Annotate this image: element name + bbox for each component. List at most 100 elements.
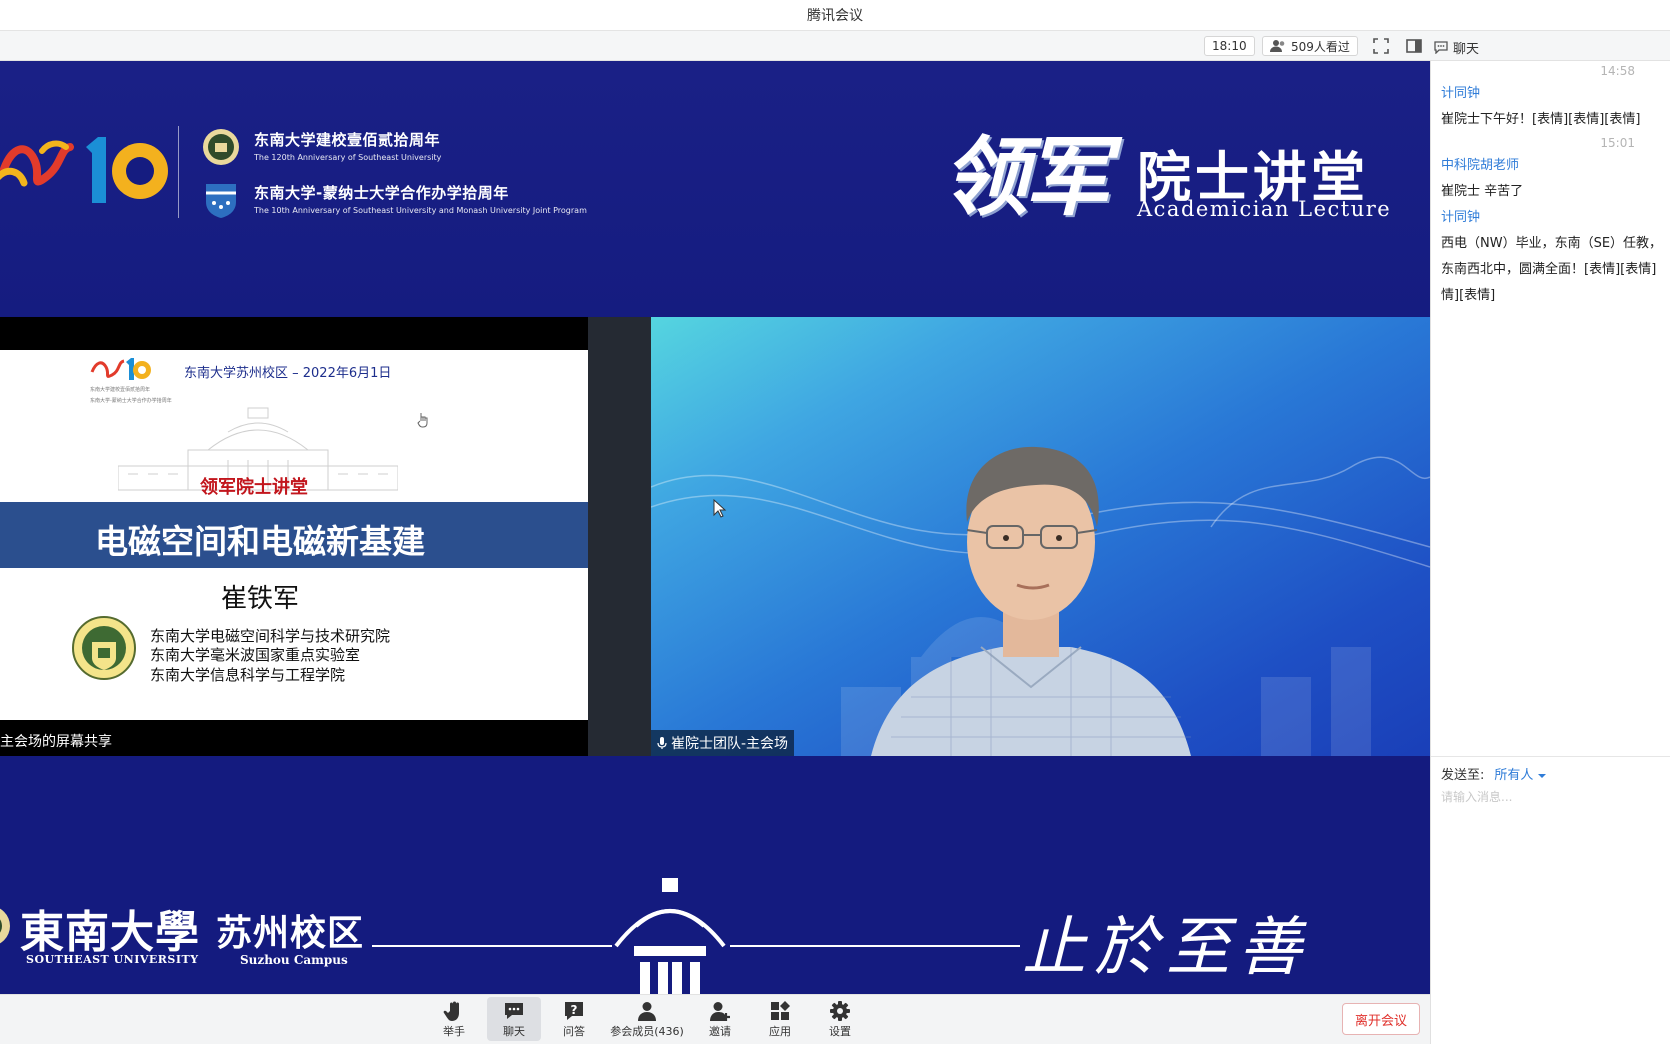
chat-message: 15:01 中科院胡老师 崔院士 辛苦了: [1431, 133, 1670, 205]
timer-text: 18:10: [1212, 39, 1247, 53]
message-text: 崔院士 辛苦了: [1441, 184, 1524, 199]
chat-panel-title: 聊天: [1434, 38, 1479, 57]
anniversary-swirl-logo: [0, 140, 74, 187]
slide-header: 东南大学苏州校区 – 2022年6月1日: [184, 366, 392, 381]
chat-message-list[interactable]: 14:58 计同钟 崔院士下午好！[表情][表情][表情] 15:01 中科院胡…: [1431, 61, 1670, 756]
slide-org-line-2: 东南大学毫米波国家重点实验室: [150, 646, 361, 664]
hand-icon: [443, 1001, 459, 1021]
chat-message-input[interactable]: [1441, 787, 1661, 807]
qa-button[interactable]: ? 问答: [547, 997, 601, 1041]
anniversary-title: 东南大学建校壹佰贰拾周年: [254, 131, 441, 149]
slide-subtitle: 领军院士讲堂: [200, 477, 308, 498]
chat-button[interactable]: 聊天: [487, 997, 541, 1041]
viewer-count-text: 509人看过: [1291, 39, 1350, 54]
add-person-icon: [710, 1002, 730, 1021]
leave-meeting-button[interactable]: 离开会议: [1342, 1003, 1420, 1035]
lecture-title-big: 领军: [942, 127, 1110, 228]
monash-title: 东南大学-蒙纳士大学合作办学拾周年: [254, 184, 509, 202]
chat-compose-area: 发送至: 所有人: [1431, 756, 1670, 1044]
settings-label: 设置: [829, 1025, 851, 1038]
apps-label: 应用: [769, 1025, 791, 1038]
top-toolbar: 18:10 509人看过 聊天: [0, 31, 1670, 61]
campus-name-en: Suzhou Campus: [240, 953, 348, 967]
chat-title-text: 聊天: [1453, 42, 1480, 57]
message-text: 崔院士下午好！[表情][表情][表情]: [1441, 112, 1641, 127]
participants-label: 参会成员(436): [610, 1025, 684, 1038]
slide-tiny-line-1: 东南大学建校壹佰贰拾周年: [90, 387, 151, 393]
seu-name-en: SOUTHEAST UNIVERSITY: [26, 953, 199, 966]
seu-emblem-icon: [72, 616, 136, 680]
seu-partial-seal: [0, 908, 10, 944]
participants-button[interactable]: 参会成员(436): [603, 997, 691, 1041]
apps-button[interactable]: 应用: [753, 997, 807, 1041]
invite-label: 邀请: [709, 1025, 731, 1038]
viewer-count-badge[interactable]: 509人看过: [1262, 36, 1358, 56]
campus-name-cn: 苏州校区: [216, 913, 365, 954]
send-to-recipient: 所有人: [1494, 768, 1534, 783]
message-time: 14:58: [1600, 64, 1635, 78]
chevron-down-icon: [1537, 774, 1546, 778]
message-sender: 计同钟: [1441, 210, 1481, 225]
people-icon: [1270, 40, 1285, 52]
raise-hand-label: 举手: [443, 1025, 465, 1038]
mouse-pointer-icon: [713, 499, 727, 518]
slide-speaker-name: 崔铁军: [220, 584, 299, 614]
svg-text:?: ?: [571, 1003, 578, 1017]
send-to-value: 所有人: [1494, 764, 1546, 783]
window-title: 腾讯会议: [807, 8, 863, 24]
chat-panel: 14:58 计同钟 崔院士下午好！[表情][表情][表情] 15:01 中科院胡…: [1430, 61, 1670, 1044]
slide-org-line-3: 东南大学信息科学与工程学院: [150, 666, 346, 684]
university-motto: 止於至善: [1022, 911, 1310, 985]
person-icon: [638, 1002, 656, 1021]
invite-button[interactable]: 邀请: [693, 997, 747, 1041]
chat-bubble-icon: [1434, 41, 1448, 54]
lecture-banner-top: 东南大学建校壹佰贰拾周年 The 120th Anniversary of So…: [0, 61, 1430, 316]
shared-slide: 东南大学苏州校区 – 2022年6月1日 东南大学建校壹佰贰拾周年 东南大学-蒙…: [0, 350, 588, 720]
anniversary-subtitle: The 120th Anniversary of Southeast Unive…: [254, 153, 442, 162]
speaker-name-caption: 崔院士团队-主会场: [651, 730, 795, 756]
qa-label: 问答: [563, 1025, 585, 1038]
message-sender: 中科院胡老师: [1441, 158, 1520, 173]
message-sender: 计同钟: [1441, 86, 1481, 101]
meeting-stage: 东南大学建校壹佰贰拾周年 The 120th Anniversary of So…: [0, 61, 1430, 994]
layout-toggle-icon[interactable]: [1405, 37, 1423, 55]
seu-name-cn: 東南大學: [20, 907, 200, 958]
meeting-timer: 18:10: [1204, 36, 1255, 56]
chat-message: 14:58 计同钟 崔院士下午好！[表情][表情][表情]: [1431, 61, 1670, 133]
hand-cursor-icon: [417, 413, 428, 428]
lecture-title-cn: 领军 院士讲堂: [942, 107, 1365, 232]
speaker-name-text: 崔院士团队-主会场: [671, 736, 789, 752]
monash-shield-icon: [206, 184, 236, 218]
anniversary-ten-logo: [86, 137, 168, 203]
monash-subtitle: The 10th Anniversary of Southeast Univer…: [254, 206, 587, 215]
fullscreen-icon[interactable]: [1372, 37, 1390, 55]
slide-title: 电磁空间和电磁新基建: [95, 522, 425, 561]
banner-divider: [178, 126, 179, 218]
screen-share-panel[interactable]: 东南大学苏州校区 – 2022年6月1日 东南大学建校壹佰贰拾周年 东南大学-蒙…: [0, 317, 588, 756]
video-gap: [588, 317, 651, 756]
speaker-video-image: [651, 446, 1430, 756]
screen-share-caption: 主会场的屏幕共享: [0, 734, 112, 750]
banner-rule-right: [730, 945, 1020, 947]
message-text: 东南西北中，圆满全面！[表情][表情]: [1441, 262, 1657, 277]
settings-button[interactable]: 设置: [813, 997, 867, 1041]
window-titlebar: 腾讯会议: [0, 0, 1670, 31]
raise-hand-button[interactable]: 举手: [427, 997, 481, 1041]
gear-icon: [830, 1001, 850, 1021]
send-to-label: 发送至:: [1441, 768, 1485, 783]
slide-org-line-1: 东南大学电磁空间科学与技术研究院: [150, 627, 391, 645]
microphone-icon: [657, 737, 667, 749]
lecture-banner-bottom: 東南大學 SOUTHEAST UNIVERSITY 苏州校区 Suzhou Ca…: [0, 756, 1430, 994]
message-text: 情][表情]: [1441, 288, 1496, 303]
lecture-title-en: Academician Lecture: [1137, 197, 1392, 221]
message-text: 西电（NW）毕业，东南（SE）任教，: [1441, 236, 1663, 251]
speaker-video-panel[interactable]: 崔院士团队-主会场: [651, 317, 1430, 756]
auditorium-dome-icon: [614, 878, 726, 994]
chat-icon: [505, 1003, 523, 1019]
chat-message: 计同钟 西电（NW）毕业，东南（SE）任教， 东南西北中，圆满全面！[表情][表…: [1431, 205, 1670, 309]
banner-rule-left: [372, 945, 612, 947]
meeting-control-bar: 举手 聊天 ? 问答 参会成员(436) 邀请 应用 设置 离开会议: [0, 994, 1430, 1044]
chat-label: 聊天: [503, 1025, 525, 1038]
message-time: 15:01: [1600, 136, 1635, 150]
send-to-selector[interactable]: 发送至: 所有人: [1441, 764, 1546, 783]
